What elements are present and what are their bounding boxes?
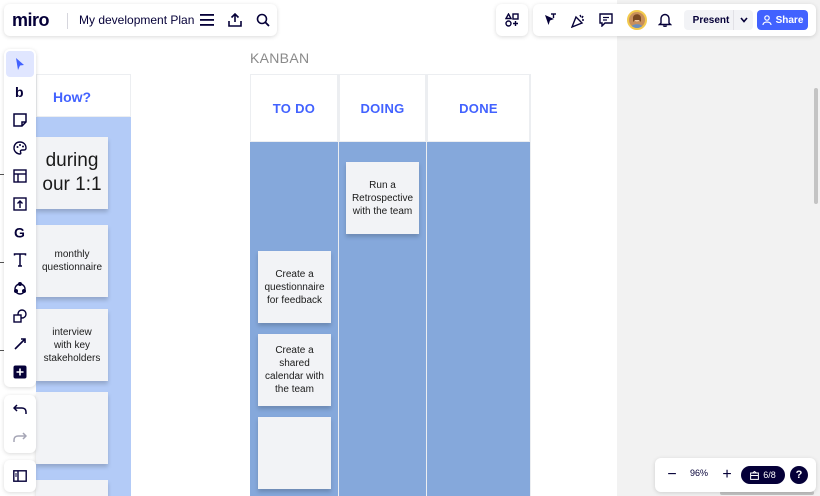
apps-panel xyxy=(496,4,528,36)
text-tool[interactable] xyxy=(6,247,34,273)
add-tool[interactable] xyxy=(6,359,34,385)
kanban-column-done: DONE xyxy=(427,74,531,496)
sticky-note[interactable] xyxy=(36,392,108,464)
miro-logo[interactable]: miro xyxy=(12,10,50,31)
collaboration-bar: Present Share xyxy=(533,4,816,36)
search-icon[interactable] xyxy=(253,10,273,30)
vertical-scrollbar[interactable] xyxy=(814,88,818,204)
help-button[interactable]: ? xyxy=(790,466,808,484)
redo-icon xyxy=(13,432,27,442)
kanban-column-doing: DOING xyxy=(339,74,427,496)
sticky-note[interactable]: during our 1:1 xyxy=(36,137,108,209)
sticky-note[interactable] xyxy=(258,417,331,489)
sticky-note[interactable]: monthly questionnaire xyxy=(36,225,108,297)
sticky-note[interactable] xyxy=(36,480,108,496)
sticky-note-tool[interactable] xyxy=(6,107,34,133)
svg-text:b: b xyxy=(15,85,24,99)
bold-b-tool[interactable]: b xyxy=(6,79,34,105)
svg-text:G: G xyxy=(14,225,25,239)
share-button[interactable]: Share xyxy=(757,10,808,30)
zoom-out-button[interactable]: − xyxy=(663,466,681,484)
creation-toolbar: b G xyxy=(4,49,36,387)
offscreen-canvas-area xyxy=(617,0,820,496)
cursor-icon[interactable] xyxy=(540,10,560,30)
redo-button[interactable] xyxy=(6,425,34,451)
sticky-note[interactable]: Create a questionnaire for feedback xyxy=(258,251,331,323)
frame-tool[interactable] xyxy=(6,163,34,189)
google-tool[interactable]: G xyxy=(6,219,34,245)
undo-icon xyxy=(13,404,27,414)
add-icon xyxy=(13,365,27,379)
pen-icon xyxy=(14,338,26,350)
palette-tool[interactable] xyxy=(6,135,34,161)
column-header: TO DO xyxy=(250,74,338,142)
zoom-controls: − 96% + 6/8 ? xyxy=(655,458,816,492)
sticky-note[interactable]: interview with key stakeholders xyxy=(36,309,108,381)
board-name[interactable]: My development Plan xyxy=(79,13,194,27)
how-column-title: How? xyxy=(53,89,92,105)
text-icon xyxy=(13,253,27,267)
undo-button[interactable] xyxy=(6,397,34,423)
shapes-tool[interactable] xyxy=(6,303,34,329)
export-icon[interactable] xyxy=(225,10,245,30)
column-body xyxy=(427,142,530,496)
upload-tool[interactable] xyxy=(6,191,34,217)
board-header: miro My development Plan xyxy=(4,4,277,36)
zoom-level[interactable]: 96% xyxy=(687,468,711,478)
select-icon xyxy=(16,58,24,70)
board-canvas[interactable]: How? during our 1:1 monthly questionnair… xyxy=(0,0,820,496)
divider xyxy=(67,13,68,29)
upload-icon xyxy=(13,197,27,211)
frames-button[interactable]: 6/8 xyxy=(741,466,785,484)
column-header: DONE xyxy=(427,74,530,142)
present-options-button[interactable] xyxy=(733,10,753,30)
shapes-icon xyxy=(13,309,27,323)
frame-icon xyxy=(13,169,27,183)
kanban-title: KANBAN xyxy=(250,50,310,66)
select-tool[interactable] xyxy=(6,51,34,77)
sticky-note[interactable]: Create a shared calendar with the team xyxy=(258,334,331,406)
sticky-note-icon xyxy=(13,113,27,127)
bold-b-icon: b xyxy=(15,85,24,99)
diagram-icon xyxy=(14,282,26,295)
sidebar-icon xyxy=(13,470,27,482)
bell-icon[interactable] xyxy=(655,10,675,30)
pen-tool[interactable] xyxy=(6,331,34,357)
sticky-note[interactable]: Run a Retrospective with the team xyxy=(346,162,419,234)
toggle-sidebar-button[interactable] xyxy=(4,460,36,492)
how-column-header: How? xyxy=(36,74,131,117)
column-header: DOING xyxy=(339,74,426,142)
diagram-tool[interactable] xyxy=(6,275,34,301)
reactions-icon[interactable] xyxy=(568,10,588,30)
history-panel xyxy=(4,395,36,453)
google-icon: G xyxy=(14,225,25,239)
comments-icon[interactable] xyxy=(596,10,616,30)
avatar[interactable] xyxy=(627,10,647,30)
user-icon xyxy=(761,15,772,25)
menu-icon[interactable] xyxy=(197,10,217,30)
chevron-down-icon xyxy=(739,17,748,23)
palette-icon xyxy=(13,141,27,155)
apps-icon[interactable] xyxy=(502,10,522,30)
frames-icon xyxy=(750,470,760,480)
zoom-in-button[interactable]: + xyxy=(718,466,736,484)
